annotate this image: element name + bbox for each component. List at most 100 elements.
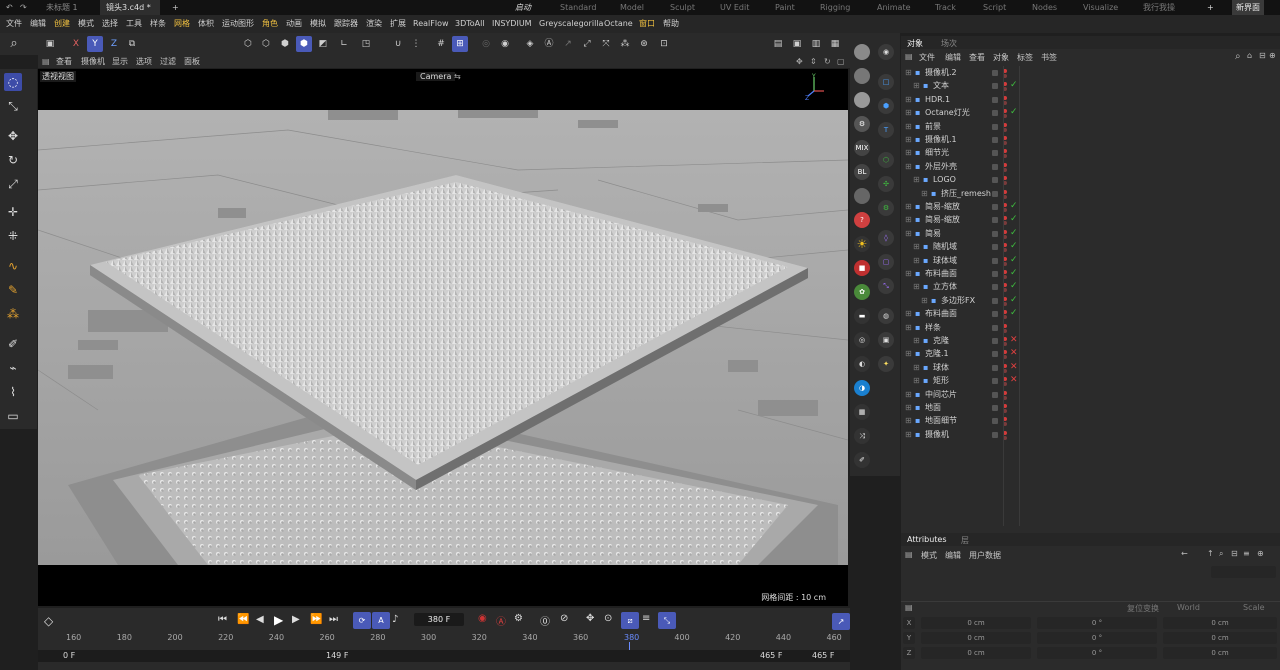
random-icon[interactable]: ⤨ xyxy=(854,428,870,444)
camera-object-icon[interactable]: ▣ xyxy=(878,332,894,348)
object-row[interactable]: ⊞ ▪ 细节光 xyxy=(901,146,1280,159)
cube-icon[interactable]: ⬢ xyxy=(878,98,894,114)
expand-icon[interactable]: ⊞ xyxy=(913,361,920,374)
move-icon[interactable]: ✥ xyxy=(4,127,22,145)
menu-tools[interactable]: 工具 xyxy=(126,15,142,33)
menu-character[interactable]: 角色 xyxy=(262,15,278,33)
enabled-check-icon[interactable]: ✓ xyxy=(1010,227,1018,240)
redo-icon[interactable]: ↷ xyxy=(14,0,30,15)
object-row[interactable]: ⊞ ▪ LOGO xyxy=(901,173,1280,186)
layer-swatch[interactable] xyxy=(992,150,998,157)
layout-tab-sculpt[interactable]: Sculpt xyxy=(670,0,695,15)
object-row[interactable]: ⊞ ▪ 布料曲面 ✓ xyxy=(901,307,1280,320)
viewport-zoom-icon[interactable]: ⇕ xyxy=(810,55,817,68)
area-light-icon[interactable]: ▬ xyxy=(854,308,870,324)
object-name[interactable]: 简易-缩放 xyxy=(925,200,960,213)
expand-icon[interactable]: ⊞ xyxy=(905,146,912,159)
expand-icon[interactable]: ⊞ xyxy=(913,374,920,387)
object-manager-layout-icon[interactable]: ▤ xyxy=(905,52,913,61)
layer-swatch[interactable] xyxy=(992,244,998,251)
keyframe-icon[interactable]: ◇ xyxy=(44,614,53,628)
expand-icon[interactable]: ⊞ xyxy=(905,213,912,226)
deformer-icon[interactable]: ◊ xyxy=(878,230,894,246)
pivot-icon[interactable]: ⊡ xyxy=(656,36,672,52)
brush-icon[interactable]: ✐ xyxy=(4,335,22,353)
object-row[interactable]: ⊞ ▪ 简易-缩放 ✓ xyxy=(901,200,1280,213)
camera-switch-icon[interactable]: ⇆ xyxy=(454,72,461,81)
workplane-icon[interactable]: ◎ xyxy=(478,36,494,52)
soft-selection-icon[interactable]: ⁂ xyxy=(617,36,633,52)
object-row[interactable]: ⊞ ▪ 外层外壳 xyxy=(901,160,1280,173)
object-name[interactable]: 样条 xyxy=(925,321,941,334)
settings-icon[interactable]: ≡ xyxy=(1243,549,1250,558)
scatter-icon[interactable]: ✿ xyxy=(854,284,870,300)
viewport-menu-cameras[interactable]: 摄像机 xyxy=(81,55,105,68)
preview-end-field[interactable]: 465 F xyxy=(760,650,782,662)
subdivision-icon[interactable]: ⬡ xyxy=(878,152,894,168)
expand-icon[interactable]: ⊞ xyxy=(905,267,912,280)
z-axis-toggle[interactable]: Z xyxy=(106,36,122,52)
settings-icon[interactable]: ⊛ xyxy=(636,36,652,52)
brush-tool-icon[interactable]: ✐ xyxy=(854,452,870,468)
octane-camera-icon[interactable]: ■ xyxy=(854,260,870,276)
expand-icon[interactable]: ⊞ xyxy=(905,93,912,106)
interpolation-icon[interactable]: ⤡ xyxy=(658,612,676,629)
object-name[interactable]: 随机域 xyxy=(933,240,957,253)
layout-tab-nodes[interactable]: Nodes xyxy=(1032,0,1057,15)
toon-material-icon[interactable]: ? xyxy=(854,212,870,228)
environment-icon[interactable]: ◍ xyxy=(878,308,894,324)
layout-tab-standard[interactable]: Standard xyxy=(560,0,596,15)
expand-icon[interactable]: ⊞ xyxy=(913,280,920,293)
viewport-menu-view[interactable]: 查看 xyxy=(56,55,72,68)
layout-tab-script[interactable]: Script xyxy=(983,0,1006,15)
object-name[interactable]: 地面细节 xyxy=(925,414,957,427)
menu-help[interactable]: 帮助 xyxy=(663,15,679,33)
layer-swatch[interactable] xyxy=(992,271,998,277)
layer-swatch[interactable] xyxy=(992,217,998,224)
menu-realflow[interactable]: RealFlow xyxy=(413,15,449,33)
layout-tab-custom[interactable]: 我行我操 xyxy=(1143,0,1175,15)
spline-tools-icon[interactable]: ⁂ xyxy=(4,305,22,323)
coordinates-layout-icon[interactable]: ▤ xyxy=(905,603,913,612)
rotation-field[interactable]: 0 ° xyxy=(1037,632,1157,644)
layer-swatch[interactable] xyxy=(992,311,998,318)
expand-icon[interactable]: ⊞ xyxy=(905,133,912,146)
object-row[interactable]: ⊞ ▪ HDR.1 xyxy=(901,93,1280,106)
om-menu-edit[interactable]: 编辑 xyxy=(945,52,961,63)
object-row[interactable]: ⊞ ▪ 前景 xyxy=(901,120,1280,133)
search-icon[interactable]: ⌕ xyxy=(1235,51,1241,62)
attr-menu-user-data[interactable]: 用户数据 xyxy=(969,550,1001,561)
viewport-layout-icon[interactable]: ▤ xyxy=(42,55,50,68)
lock-icon[interactable]: ⊟ xyxy=(1231,549,1238,558)
layout-tab-uv-edit[interactable]: UV Edit xyxy=(720,0,749,15)
menu-mesh[interactable]: 网格 xyxy=(174,15,190,33)
object-name[interactable]: 摄像机 xyxy=(925,428,949,441)
expand-icon[interactable]: ⊞ xyxy=(921,294,928,307)
layer-swatch[interactable] xyxy=(992,163,998,170)
om-menu-objects[interactable]: 对象 xyxy=(993,52,1009,63)
object-row[interactable]: ⊞ ▪ 球体域 ✓ xyxy=(901,254,1280,267)
object-row[interactable]: ⊞ ▪ 摄像机 xyxy=(901,428,1280,441)
magnet-icon[interactable]: ∪ xyxy=(390,36,406,52)
render-active-view-icon[interactable]: ▣ xyxy=(789,36,805,52)
render-view-icon[interactable]: ◈ xyxy=(522,36,538,52)
layer-swatch[interactable] xyxy=(992,405,998,411)
effector-icon[interactable]: ⚙ xyxy=(878,200,894,216)
object-name[interactable]: HDR.1 xyxy=(925,93,950,106)
key-param-icon[interactable]: ⊙ xyxy=(604,613,612,624)
layer-swatch[interactable] xyxy=(992,204,998,210)
back-arrow-icon[interactable]: ← xyxy=(1181,549,1188,558)
light-object-icon[interactable]: ✦ xyxy=(878,356,894,372)
menu-3dtoall[interactable]: 3DToAll xyxy=(455,15,485,33)
perspective-viewport[interactable]: 透视视图 Camera ⇆ Y Z 网格间距: 10 cm xyxy=(38,69,848,606)
layer-swatch[interactable] xyxy=(992,391,998,398)
timeline-ruler[interactable]: 160 180 200 220 240 260 280 300 320 340 360 380 400 4… xyxy=(38,630,850,650)
enabled-check-icon[interactable]: ✓ xyxy=(1010,200,1018,213)
coordinate-system-icon[interactable]: ⧉ xyxy=(124,36,140,52)
object-name[interactable]: 克隆.1 xyxy=(925,347,949,360)
object-name[interactable]: 文本 xyxy=(933,79,949,92)
expand-icon[interactable]: ⊞ xyxy=(905,106,912,119)
layout-tab-rigging[interactable]: Rigging xyxy=(820,0,850,15)
expand-icon[interactable]: ⊞ xyxy=(905,66,912,79)
object-name[interactable]: LOGO xyxy=(933,173,956,186)
